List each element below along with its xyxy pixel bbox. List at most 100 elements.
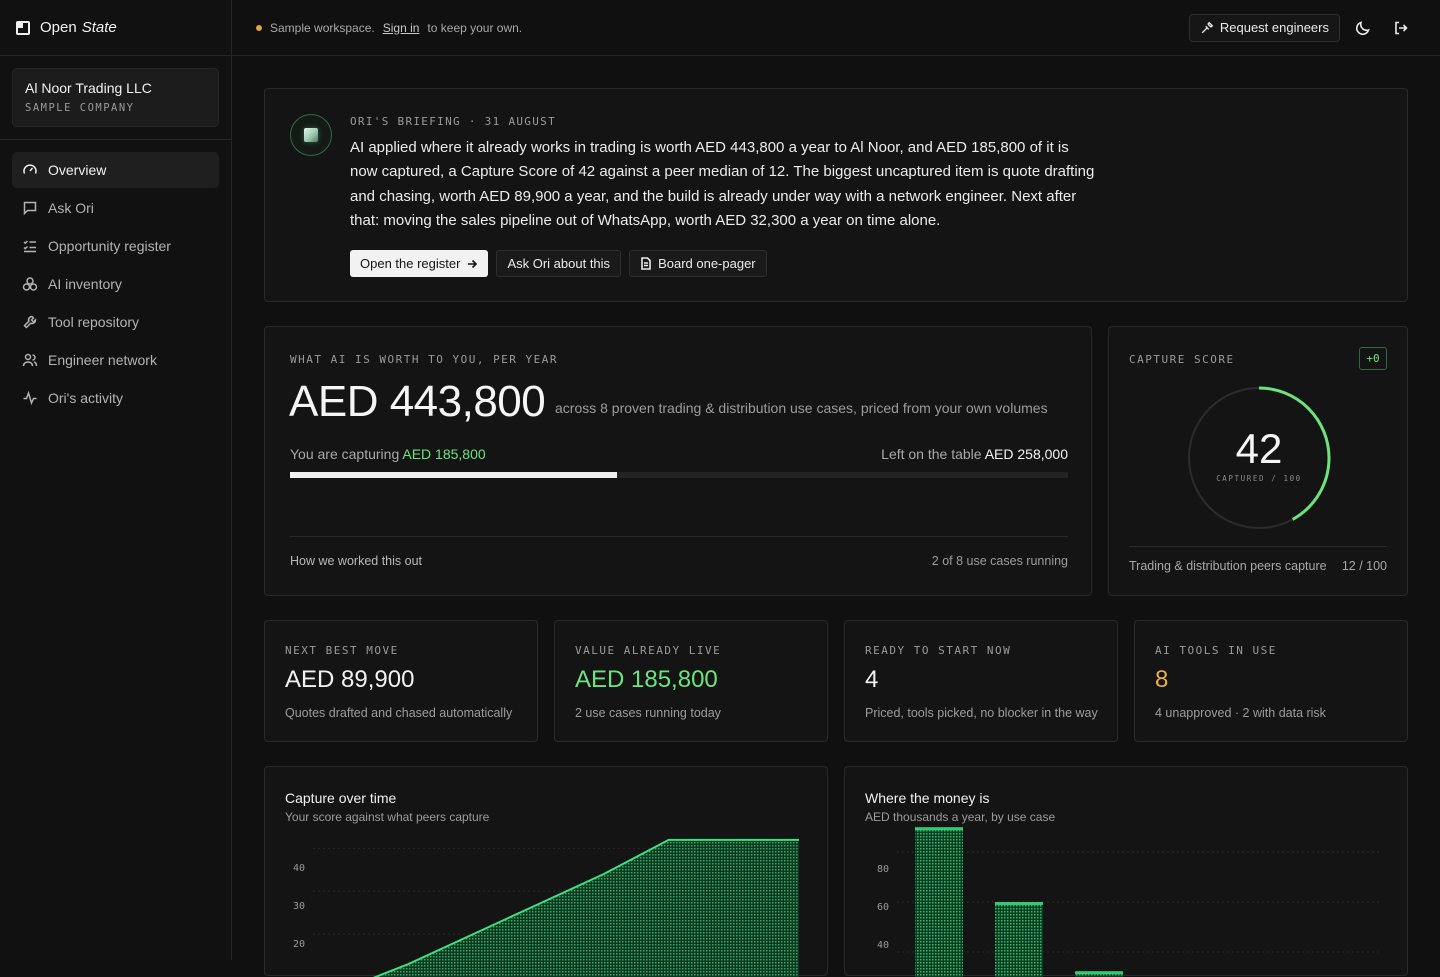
stat-sub: Priced, tools picked, no blocker in the …: [865, 706, 1098, 720]
sidebar-item-ask-ori[interactable]: Ask Ori: [12, 190, 219, 226]
y-tick-label: 30: [293, 901, 305, 912]
sidebar-item-opportunity-register[interactable]: Opportunity register: [12, 228, 219, 264]
ori-cube-icon: [304, 128, 318, 142]
how-we-worked-link[interactable]: How we worked this out: [290, 554, 422, 568]
ori-briefing-card: ORI'S BRIEFING · 31 AUGUST AI applied wh…: [264, 88, 1408, 302]
moon-icon: [1355, 20, 1371, 36]
capture-score-card: CAPTURE SCORE +0 42 CAPTURED / 100 Tradi…: [1108, 326, 1408, 596]
chart-grid: [897, 852, 1381, 952]
document-icon: [640, 257, 652, 270]
capture-row: You are capturing AED 185,800 Left on th…: [290, 446, 1068, 462]
company-name: Al Noor Trading LLC: [25, 80, 206, 96]
stat-value: AED 185,800: [575, 666, 718, 694]
value-kicker: WHAT AI IS WORTH TO YOU, PER YEAR: [290, 353, 558, 366]
sidebar-item-engineer-network[interactable]: Engineer network: [12, 342, 219, 378]
sign-in-link[interactable]: Sign in: [383, 21, 420, 35]
brand[interactable]: Open State: [0, 0, 231, 56]
sign-out-icon: [1393, 20, 1409, 36]
bar-series: [915, 827, 1123, 977]
sidebar-item-tool-repository[interactable]: Tool repository: [12, 304, 219, 340]
score-divider: [1129, 546, 1387, 547]
value-divider: [290, 536, 1068, 537]
sidebar: Open State Al Noor Trading LLC SAMPLE CO…: [0, 0, 232, 960]
peer-label: Trading & distribution peers capture: [1129, 559, 1327, 573]
warning-dot-icon: [256, 25, 262, 31]
value-amount: AED 443,800: [289, 377, 545, 427]
capture-progress-bar: [290, 472, 1068, 478]
capture-area-chart: 40 30 20: [265, 767, 829, 977]
people-icon: [22, 352, 38, 368]
checklist-icon: [22, 238, 38, 254]
briefing-label: ORI'S BRIEFING · 31 AUGUST: [350, 115, 556, 128]
board-one-pager-label: Board one-pager: [658, 256, 756, 271]
left-summary: Left on the table AED 258,000: [881, 446, 1068, 462]
stat-kicker: READY TO START NOW: [865, 644, 1011, 657]
stat-kicker: AI TOOLS IN USE: [1155, 644, 1277, 657]
stat-card-ready-to-start[interactable]: READY TO START NOW 4 Priced, tools picke…: [844, 620, 1118, 742]
stat-kicker: VALUE ALREADY LIVE: [575, 644, 721, 657]
boxes-icon: [22, 276, 38, 292]
sidebar-item-label: AI inventory: [48, 276, 122, 292]
briefing-actions: Open the register Ask Ori about this Boa…: [350, 250, 767, 277]
board-one-pager-button[interactable]: Board one-pager: [629, 250, 767, 277]
score-delta-badge: +0: [1359, 347, 1387, 370]
arrow-right-icon: [466, 258, 478, 270]
sidebar-item-oris-activity[interactable]: Ori's activity: [12, 380, 219, 416]
stat-card-ai-tools[interactable]: AI TOOLS IN USE 8 4 unapproved · 2 with …: [1134, 620, 1408, 742]
bar-top: [915, 827, 963, 830]
open-register-label: Open the register: [360, 256, 460, 271]
sidebar-item-ai-inventory[interactable]: AI inventory: [12, 266, 219, 302]
request-engineers-label: Request engineers: [1220, 20, 1329, 35]
y-tick-label: 60: [877, 902, 889, 913]
brand-word1: Open: [40, 19, 77, 36]
notice-text: Sample workspace.: [270, 21, 375, 35]
open-register-button[interactable]: Open the register: [350, 250, 488, 277]
company-switcher[interactable]: Al Noor Trading LLC SAMPLE COMPANY: [12, 68, 219, 127]
left-value: AED 258,000: [985, 446, 1068, 462]
sidebar-item-label: Opportunity register: [48, 238, 171, 254]
sidebar-item-label: Ori's activity: [48, 390, 123, 406]
bar[interactable]: [995, 902, 1043, 977]
ask-ori-button[interactable]: Ask Ori about this: [496, 250, 621, 277]
hammer-icon: [1200, 21, 1214, 35]
score-footer: Trading & distribution peers capture 12 …: [1129, 559, 1387, 573]
stat-sub: Quotes drafted and chased automatically: [285, 706, 512, 720]
sidebar-nav: Overview Ask Ori Opportunity register AI…: [0, 140, 231, 416]
bar[interactable]: [915, 827, 963, 977]
y-tick-label: 20: [293, 939, 305, 950]
chat-icon: [22, 200, 38, 216]
stat-value: 8: [1155, 666, 1168, 694]
y-tick-label: 40: [877, 940, 889, 951]
request-engineers-button[interactable]: Request engineers: [1189, 14, 1340, 42]
y-tick-label: 40: [293, 863, 305, 874]
notice-text-end: to keep your own.: [427, 21, 522, 35]
stat-card-value-live[interactable]: VALUE ALREADY LIVE AED 185,800 2 use cas…: [554, 620, 828, 742]
bar-top: [1075, 971, 1123, 974]
capture-progress-fill: [290, 472, 617, 478]
sign-out-button[interactable]: [1386, 13, 1416, 43]
area-series: [343, 840, 799, 977]
left-label: Left on the table: [881, 446, 981, 462]
company-tag: SAMPLE COMPANY: [25, 102, 206, 114]
capturing-value: AED 185,800: [402, 446, 485, 462]
where-the-money-is-card: Where the money is AED thousands a year,…: [844, 766, 1408, 976]
ask-ori-label: Ask Ori about this: [507, 256, 610, 271]
sidebar-item-overview[interactable]: Overview: [12, 152, 219, 188]
bar-top: [995, 902, 1043, 905]
sidebar-item-label: Tool repository: [48, 314, 139, 330]
value-description: across 8 proven trading & distribution u…: [555, 400, 1048, 416]
use-cases-running: 2 of 8 use cases running: [932, 554, 1068, 568]
logo-icon: [16, 21, 30, 35]
sample-notice: Sample workspace. Sign in to keep your o…: [270, 21, 522, 35]
sidebar-item-label: Engineer network: [48, 352, 157, 368]
y-tick-label: 80: [877, 864, 889, 875]
gauge-icon: [22, 162, 38, 178]
theme-toggle-button[interactable]: [1348, 13, 1378, 43]
sidebar-item-label: Overview: [48, 162, 106, 178]
stat-value: 4: [865, 666, 878, 694]
capturing-label: You are capturing: [290, 446, 399, 462]
stat-card-next-best-move[interactable]: NEXT BEST MOVE AED 89,900 Quotes drafted…: [264, 620, 538, 742]
stat-sub: 2 use cases running today: [575, 706, 721, 720]
topbar: Sample workspace. Sign in to keep your o…: [232, 0, 1440, 56]
stat-kicker: NEXT BEST MOVE: [285, 644, 399, 657]
